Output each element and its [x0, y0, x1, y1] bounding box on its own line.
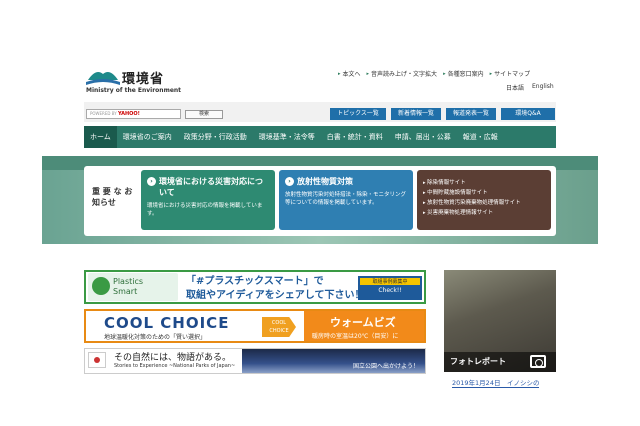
nav-about[interactable]: 環境省のご案内 [117, 126, 178, 148]
japan-flag-icon [88, 352, 106, 368]
plastics-logo-word1: Plastics [113, 277, 144, 286]
lang-japanese[interactable]: 日本語 [506, 83, 524, 92]
link-accessibility[interactable]: 音声読み上げ・文字拡大 [367, 69, 437, 78]
ministry-logo[interactable]: 環境省 Ministry of the Environment [86, 66, 196, 96]
cool-choice-mark: COOL CHOICE [262, 317, 296, 337]
press-button[interactable]: 報道発表一覧 [446, 108, 496, 120]
nature-title: その自然には、物語がある。 [114, 353, 232, 363]
plastics-check-button[interactable]: 取組事例募集中 Check!! [358, 276, 422, 300]
card-radiation[interactable]: › 放射性物質対策 放射性物質汚染対処特措法・除染・モニタリング等についての情報を… [279, 170, 413, 230]
logo-mark-icon [86, 72, 120, 85]
lang-english[interactable]: English [532, 83, 554, 92]
plastics-logo-word2: Smart [113, 287, 138, 296]
arrow-icon: › [147, 177, 156, 186]
link-sitemap[interactable]: サイトマップ [490, 69, 530, 78]
link-waste-processing[interactable]: 放射性物質汚染廃棄物処理情報サイト [423, 198, 545, 208]
search-powered: POWERED BY [90, 111, 117, 116]
nav-applications[interactable]: 申請、届出・公募 [389, 126, 457, 148]
nav-standards[interactable]: 環境基準・法令等 [253, 126, 321, 148]
search-button[interactable]: 検索 [185, 110, 223, 119]
card-radiation-title: 放射性物質対策 [297, 177, 353, 186]
content-gap [0, 244, 640, 268]
card-sites: 除染情報サイト 中間貯蔵施設情報サイト 放射性物質汚染廃棄物処理情報サイト 災害… [417, 170, 551, 230]
logo-name: 環境省 [122, 72, 165, 87]
qa-button[interactable]: 環境Q&A [501, 108, 555, 120]
link-disaster-waste[interactable]: 災害廃棄物処理情報サイト [423, 208, 545, 218]
plastics-line1: 「#プラスチックスマート」で [186, 276, 324, 287]
nature-sub: Stories to Experience ~National Parks of… [114, 363, 236, 369]
photo-report-card[interactable]: フォトレポート [444, 270, 556, 372]
card-disaster[interactable]: › 環境省における災害対応について 環境省における災害対応の情報を掲載しています。 [141, 170, 275, 230]
plastics-smart-logo: Plastics Smart [88, 273, 178, 301]
news-button[interactable]: 新着情報一覧 [391, 108, 441, 120]
link-main-content[interactable]: 本文へ [338, 69, 361, 78]
card-disaster-desc: 環境省における災害対応の情報を掲載しています。 [147, 203, 263, 217]
warm-biz-sub: 暖房時の室温は20℃（目安）に [312, 333, 399, 340]
plastics-line2: 取組やアイディアをシェアして下さい！ [186, 290, 365, 301]
link-contacts[interactable]: 各種窓口案内 [443, 69, 484, 78]
main-nav: ホーム 環境省のご案内 政策分野・行政活動 環境基準・法令等 白書・統計・資料 … [84, 126, 556, 148]
topics-button[interactable]: トピックス一覧 [330, 108, 386, 120]
cool-choice-sub: 地球温暖化対策のための「賢い選択」 [104, 334, 207, 341]
nature-image: 国立公園へ出かけよう！ [242, 349, 425, 373]
nature-image-text: 国立公園へ出かけよう！ [352, 363, 419, 370]
cool-choice-title: COOL CHOICE [104, 314, 230, 332]
link-decontamination[interactable]: 除染情報サイト [423, 178, 545, 188]
arrow-icon: › [285, 177, 294, 186]
plastics-text: 「#プラスチックスマート」で 取組やアイディアをシェアして下さい！ [186, 275, 365, 303]
language-switch: 日本語 English [506, 83, 554, 92]
utility-links: 本文へ 音声読み上げ・文字拡大 各種窓口案内 サイトマップ [338, 69, 531, 78]
globe-icon [92, 277, 110, 295]
logo-english: Ministry of the Environment [86, 87, 182, 94]
plastics-btn-bottom: Check!! [378, 287, 402, 294]
nav-press[interactable]: 報道・広報 [457, 126, 504, 148]
warm-biz-title: ウォームビズ [330, 316, 396, 329]
warm-biz-panel: ウォームビズ 暖房時の室温は20℃（目安）に [304, 311, 424, 341]
search-input[interactable]: POWERED BY YAHOO! [86, 109, 181, 119]
nav-home[interactable]: ホーム [84, 126, 117, 148]
link-interim-storage[interactable]: 中間貯蔵施設情報サイト [423, 188, 545, 198]
yahoo-brand: YAHOO! [117, 111, 140, 117]
notice-title: 重 要 な お知らせ [92, 187, 133, 207]
card-disaster-title: 環境省における災害対応について [159, 177, 263, 197]
nav-whitepaper[interactable]: 白書・統計・資料 [321, 126, 389, 148]
nav-policy[interactable]: 政策分野・行政活動 [178, 126, 253, 148]
photo-report-date[interactable]: 2019年1月24日 イノシシの [452, 377, 540, 388]
camera-icon [530, 355, 546, 368]
card-radiation-desc: 放射性物質汚染対処特措法・除染・モニタリング等についての情報を掲載しています。 [285, 192, 407, 206]
plastics-btn-top: 取組事例募集中 [360, 278, 420, 285]
